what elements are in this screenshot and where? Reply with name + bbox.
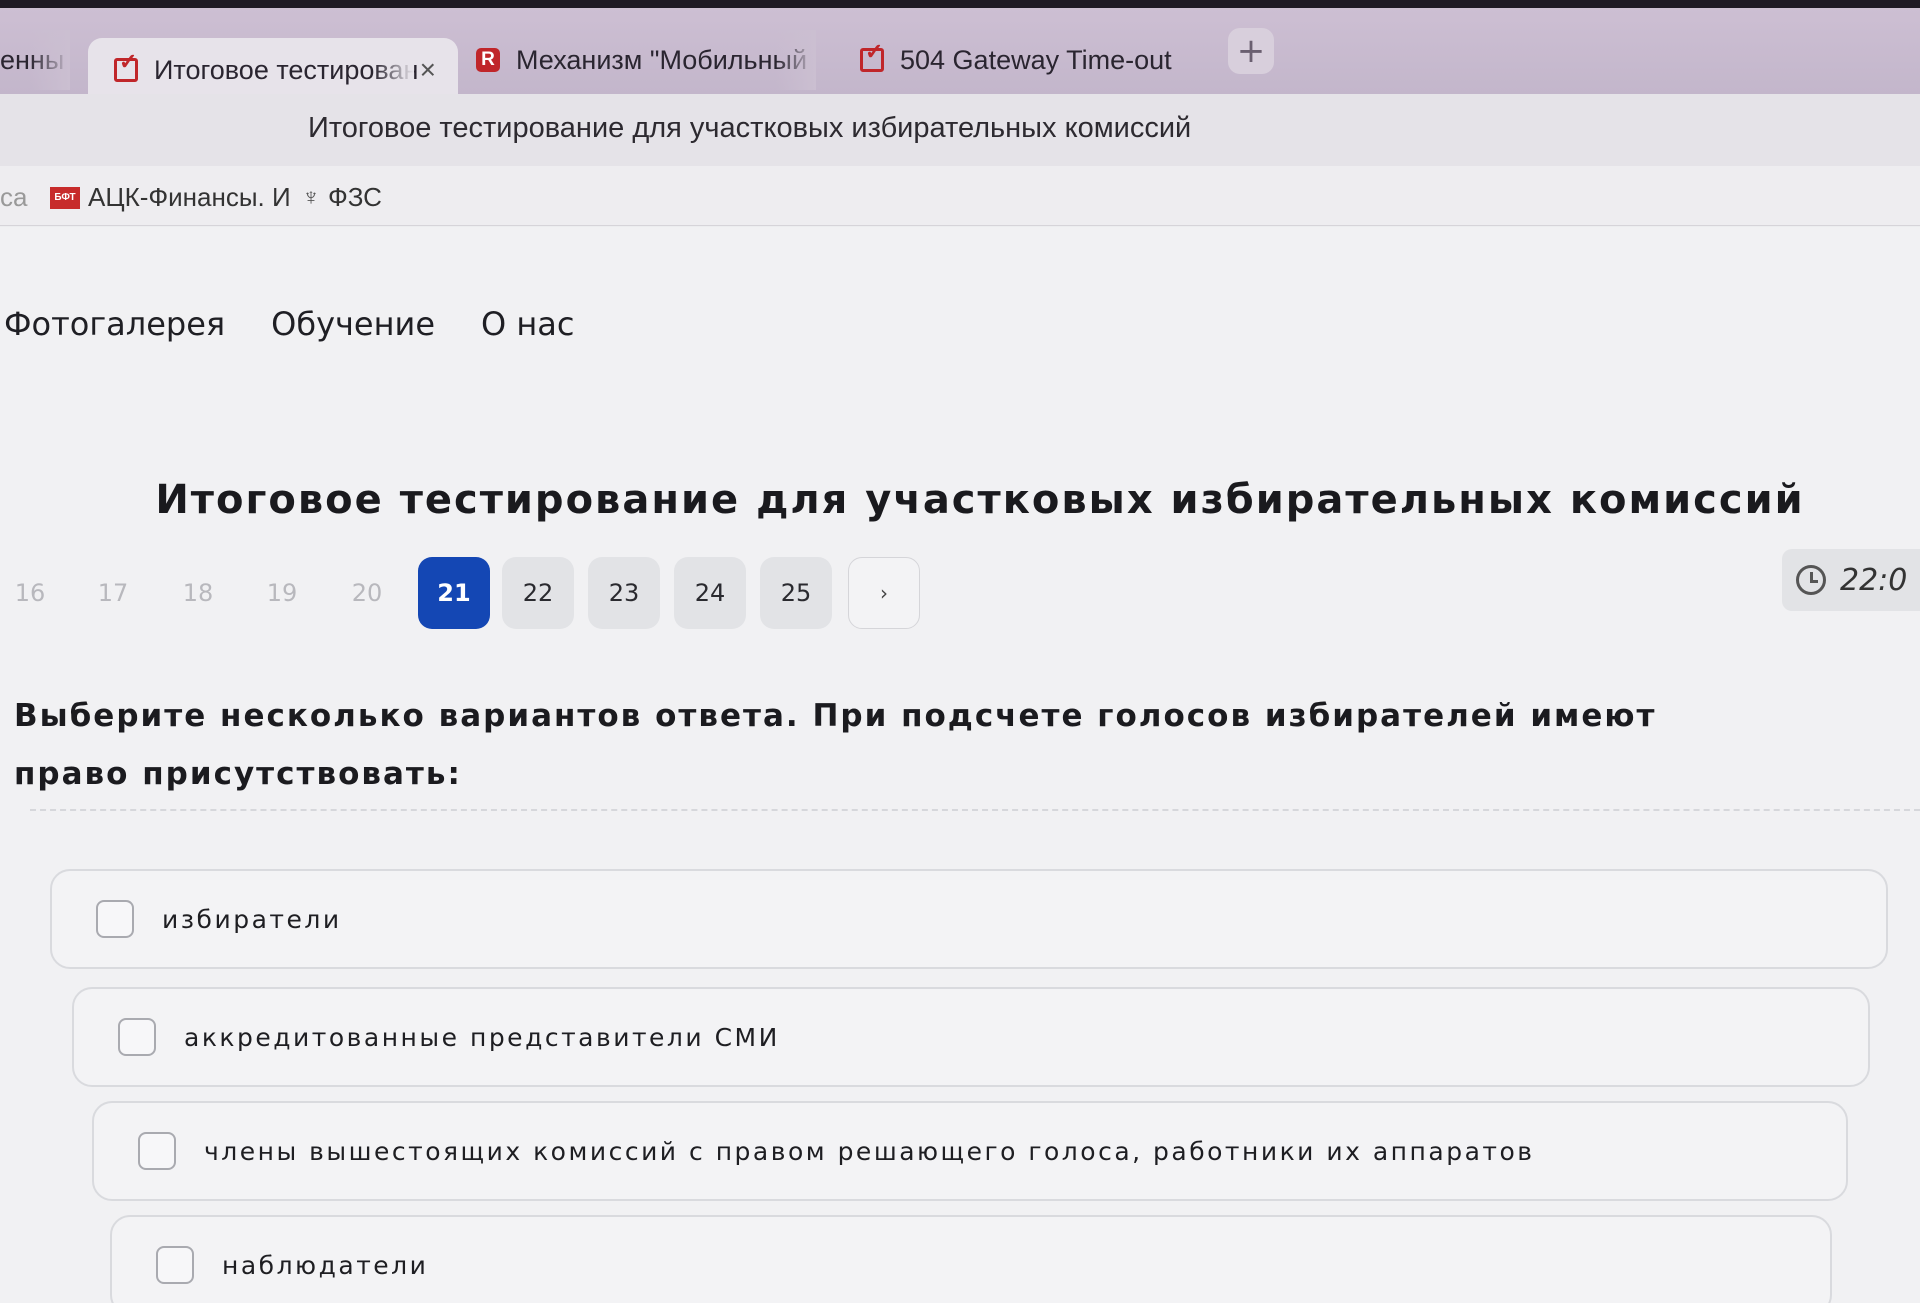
test-timer: 22:0 [1782,549,1920,611]
window-title: Итоговое тестирование для участковых изб… [308,112,1192,144]
new-tab-button[interactable]: + [1228,28,1274,74]
bookmark-fzs[interactable]: ♆ ФЗС [302,182,382,213]
tab-gateway-timeout[interactable]: 504 Gateway Time-out [860,30,1200,90]
bookmark-item[interactable]: са [0,182,27,213]
page-button-19[interactable]: 19 [246,557,318,629]
tab-mechanism[interactable]: R Механизм "Мобильный [476,30,816,90]
nav-about[interactable]: О нас [481,305,574,343]
answer-option[interactable]: избиратели [50,869,1888,969]
tab-previous[interactable]: енны [0,30,70,90]
checkbox-favicon-icon [860,39,884,72]
page-button-25[interactable]: 25 [760,557,832,629]
answer-label: аккредитованные представители СМИ [184,1022,780,1052]
page-button-20[interactable]: 20 [331,557,403,629]
answer-checkbox[interactable] [156,1246,194,1284]
question-text: Выберите несколько вариантов ответа. При… [14,698,1657,792]
bookmark-ack-finance[interactable]: БФТ АЦК-Финансы. И [50,182,291,213]
page-button-18[interactable]: 18 [162,557,234,629]
nav-photo-gallery[interactable]: Фотогалерея [4,305,225,343]
tab-strip: енны Итоговое тестирован × R Механизм "М… [0,8,1920,102]
bookmarks-bar: са БФТ АЦК-Финансы. И ♆ ФЗС [0,166,1920,226]
tab-fade [30,30,70,90]
answer-label: наблюдатели [222,1250,429,1280]
window-title-bar: Итоговое тестирование для участковых изб… [0,94,1920,166]
r-favicon-icon: R [476,48,500,72]
next-page-button[interactable]: › [848,557,920,629]
answer-checkbox[interactable] [118,1018,156,1056]
ack-logo-icon: БФТ [50,186,80,209]
tab-fade [776,30,816,90]
answer-option[interactable]: наблюдатели [110,1215,1832,1303]
clock-icon [1796,565,1826,595]
answer-option[interactable]: члены вышестоящих комиссий с правом реша… [92,1101,1848,1201]
page-button-23[interactable]: 23 [588,557,660,629]
nav-training[interactable]: Обучение [271,305,435,343]
tab-label: 504 Gateway Time-out [900,44,1172,75]
close-icon[interactable]: × [420,54,436,86]
answer-label: члены вышестоящих комиссий с правом реша… [204,1136,1535,1166]
tab-fade [374,38,414,102]
answer-label: избиратели [162,904,342,934]
checkbox-favicon-icon [114,49,138,82]
tab-label: Механизм "Мобильный [516,44,808,75]
test-title: Итоговое тестирование для участковых изб… [155,477,1805,523]
answer-checkbox[interactable] [138,1132,176,1170]
site-nav: Фотогалерея Обучение О нас [4,305,575,343]
bookmark-label: са [0,182,28,212]
eagle-emblem-icon: ♆ [302,183,320,211]
bookmark-label: ФЗС [328,182,382,212]
page-button-22[interactable]: 22 [502,557,574,629]
page-content: Фотогалерея Обучение О нас Итоговое тест… [0,227,1920,1303]
page-button-17[interactable]: 17 [77,557,149,629]
timer-value: 22:0 [1840,562,1908,598]
answer-checkbox[interactable] [96,900,134,938]
question-divider [30,809,1920,811]
page-button-21-current[interactable]: 21 [418,557,490,629]
answer-option[interactable]: аккредитованные представители СМИ [72,987,1870,1087]
tab-final-test[interactable]: Итоговое тестирован × [88,38,458,102]
bookmark-label: АЦК-Финансы. И [88,182,291,212]
page-button-16[interactable]: 16 [0,557,66,629]
page-button-24[interactable]: 24 [674,557,746,629]
